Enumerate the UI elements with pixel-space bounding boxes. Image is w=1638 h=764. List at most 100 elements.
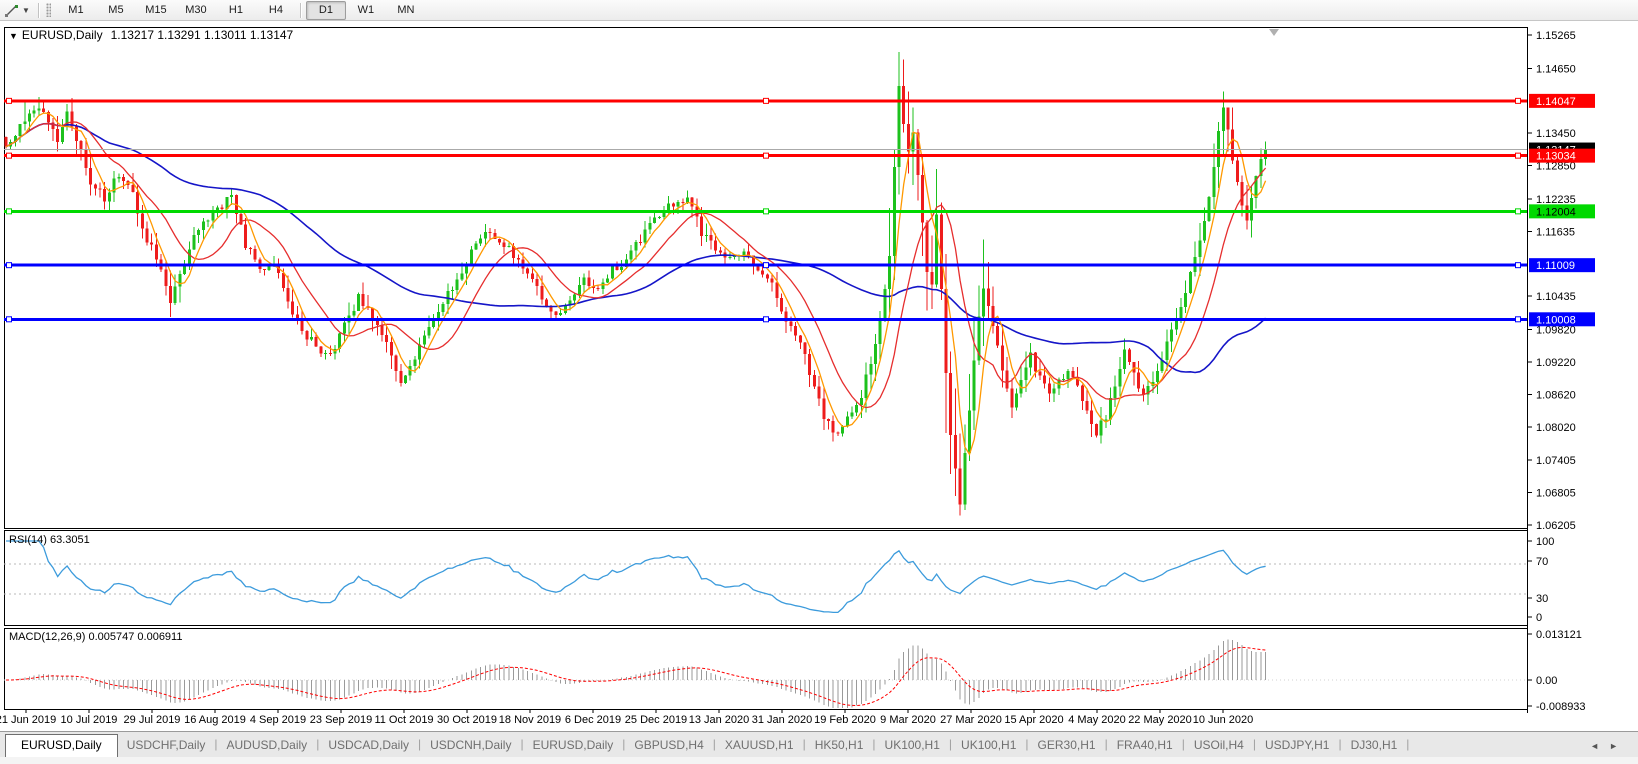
- tabs-scroll-left-icon[interactable]: ◄: [1590, 741, 1609, 751]
- macd-axis-label: 0.00: [1536, 675, 1557, 687]
- line-handle[interactable]: [7, 209, 12, 214]
- rsi-line: [6, 541, 1266, 612]
- timeframe-button-m30[interactable]: M30: [176, 1, 216, 20]
- rsi-axis-label: 70: [1536, 556, 1548, 568]
- tab-divider: |: [1406, 737, 1409, 752]
- price-badge-label: 1.11009: [1536, 260, 1575, 272]
- timeframe-toolbar: ▼ M1M5M15M30H1H4 D1W1MN: [0, 0, 1638, 21]
- tabs-scroll-right-icon[interactable]: ►: [1609, 741, 1628, 751]
- date-axis-label: 25 Dec 2019: [625, 714, 687, 726]
- timeframe-button-mn[interactable]: MN: [386, 1, 426, 20]
- date-axis-label: 27 Mar 2020: [940, 714, 1002, 726]
- chart-tab-uk100-h1[interactable]: UK100,H1: [952, 734, 1025, 757]
- date-axis-label: 9 Mar 2020: [880, 714, 936, 726]
- chart-tab-eurusd-daily[interactable]: EURUSD,Daily: [5, 734, 118, 758]
- chart-tab-dj30-h1[interactable]: DJ30,H1: [1342, 734, 1407, 757]
- timeframe-button-m5[interactable]: M5: [96, 1, 136, 20]
- date-axis-label: 23 Sep 2019: [310, 714, 372, 726]
- collapse-arrow-icon[interactable]: ▼: [9, 31, 18, 41]
- date-axis-label: 16 Aug 2019: [184, 714, 246, 726]
- timeframe-button-h4[interactable]: H4: [256, 1, 296, 20]
- chart-tab-gbpusd-h4[interactable]: GBPUSD,H4: [625, 734, 712, 757]
- chart-tab-hk50-h1[interactable]: HK50,H1: [806, 734, 873, 757]
- chart-canvas[interactable]: 1.152651.146501.134501.128501.122351.116…: [0, 21, 1638, 731]
- date-axis-label: 15 Apr 2020: [1004, 714, 1063, 726]
- chart-tab-usdcnh-daily[interactable]: USDCNH,Daily: [421, 734, 520, 757]
- date-axis-label: 6 Dec 2019: [565, 714, 621, 726]
- line-handle[interactable]: [764, 209, 769, 214]
- line-handle[interactable]: [1516, 209, 1521, 214]
- tool-dropdown-arrow-icon[interactable]: ▼: [22, 6, 30, 15]
- date-axis-label: 19 Feb 2020: [814, 714, 876, 726]
- date-axis-label: 22 May 2020: [1128, 714, 1192, 726]
- price-axis-label: 1.14650: [1536, 63, 1576, 75]
- timeframe-button-m1[interactable]: M1: [56, 1, 96, 20]
- line-handle[interactable]: [764, 263, 769, 268]
- chart-tab-usoil-h4[interactable]: USOil,H4: [1185, 734, 1253, 757]
- chart-tab-usdcad-daily[interactable]: USDCAD,Daily: [319, 734, 418, 757]
- date-axis-label: 10 Jun 2020: [1193, 714, 1254, 726]
- line-handle[interactable]: [7, 153, 12, 158]
- chart-tab-uk100-h1[interactable]: UK100,H1: [876, 734, 949, 757]
- chart-ohlc-values: 1.13217 1.13291 1.13011 1.13147: [111, 28, 294, 42]
- price-badge-label: 1.12004: [1536, 206, 1576, 218]
- line-handle[interactable]: [1516, 263, 1521, 268]
- price-axis-label: 1.10435: [1536, 291, 1576, 303]
- chart-tab-usdjpy-h1[interactable]: USDJPY,H1: [1256, 734, 1338, 757]
- chart-tab-ger30-h1[interactable]: GER30,H1: [1029, 734, 1105, 757]
- line-handle[interactable]: [7, 317, 12, 322]
- toolbar-separator: [300, 3, 302, 18]
- date-axis-label: 4 Sep 2019: [250, 714, 306, 726]
- date-axis-label: 10 Jul 2019: [61, 714, 118, 726]
- chart-title: ▼ EURUSD,Daily 1.13217 1.13291 1.13011 1.1…: [9, 28, 293, 42]
- timeframe-button-d1[interactable]: D1: [306, 1, 346, 20]
- chart-symbol-period: EURUSD,Daily: [22, 28, 103, 42]
- line-handle[interactable]: [764, 317, 769, 322]
- rsi-axis-label: 0: [1536, 612, 1542, 624]
- timeframe-button-m15[interactable]: M15: [136, 1, 176, 20]
- toolbar-separator: [38, 3, 40, 18]
- chart-tab-xauusd-h1[interactable]: XAUUSD,H1: [716, 734, 803, 757]
- chart-tab-fra40-h1[interactable]: FRA40,H1: [1108, 734, 1182, 757]
- timeframe-button-h1[interactable]: H1: [216, 1, 256, 20]
- date-axis[interactable]: 21 Jun 201910 Jul 201929 Jul 201916 Aug …: [0, 709, 1253, 726]
- price-axis-label: 1.12235: [1536, 194, 1576, 206]
- toolbar-grip[interactable]: [46, 3, 51, 17]
- chart-tab-usdchf-daily[interactable]: USDCHF,Daily: [118, 734, 215, 757]
- line-handle[interactable]: [764, 153, 769, 158]
- mt4-window: ▼ M1M5M15M30H1H4 D1W1MN 1.152651.146501.1…: [0, 0, 1638, 764]
- price-badge-label: 1.13034: [1536, 151, 1576, 163]
- date-axis-label: 30 Oct 2019: [437, 714, 497, 726]
- line-handle[interactable]: [764, 98, 769, 103]
- date-axis-label: 11 Oct 2019: [374, 714, 433, 726]
- price-axis-label: 1.06805: [1536, 488, 1576, 500]
- chart-tab-eurusd-daily[interactable]: EURUSD,Daily: [524, 734, 623, 757]
- macd-label: MACD(12,26,9) 0.005747 0.006911: [9, 631, 182, 643]
- chart-tab-audusd-daily[interactable]: AUDUSD,Daily: [218, 734, 317, 757]
- horizontal-line-1.11009[interactable]: [4, 263, 1527, 268]
- rsi-label: RSI(14) 63.3051: [9, 534, 90, 546]
- price-axis: 1.152651.146501.134501.128501.122351.116…: [1527, 30, 1595, 532]
- line-handle[interactable]: [7, 263, 12, 268]
- date-axis-label: 21 Jun 2019: [0, 714, 56, 726]
- line-handle[interactable]: [7, 98, 12, 103]
- chart-shift-marker-icon[interactable]: [1269, 29, 1279, 36]
- line-handle[interactable]: [1516, 98, 1521, 103]
- horizontal-line-1.10008[interactable]: [4, 317, 1527, 322]
- timeframe-button-w1[interactable]: W1: [346, 1, 386, 20]
- date-axis-label: 13 Jan 2020: [689, 714, 750, 726]
- horizontal-line-1.13034[interactable]: [4, 153, 1527, 158]
- price-axis-label: 1.07405: [1536, 455, 1576, 467]
- price-axis-label: 1.08620: [1536, 389, 1576, 401]
- line-handle[interactable]: [1516, 153, 1521, 158]
- macd-axis-label: 0.013121: [1536, 629, 1582, 641]
- chart-window: 1.152651.146501.134501.128501.122351.116…: [0, 21, 1638, 731]
- macd-histogram: [15, 639, 1265, 708]
- status-strip: [0, 757, 1638, 764]
- price-axis-label: 1.09220: [1536, 357, 1576, 369]
- cursor-tool-button[interactable]: ▼: [0, 3, 34, 18]
- line-handle[interactable]: [1516, 317, 1521, 322]
- horizontal-line-1.14047[interactable]: [4, 98, 1527, 103]
- panel-frame: [5, 629, 1528, 710]
- horizontal-line-1.12004[interactable]: [4, 209, 1527, 214]
